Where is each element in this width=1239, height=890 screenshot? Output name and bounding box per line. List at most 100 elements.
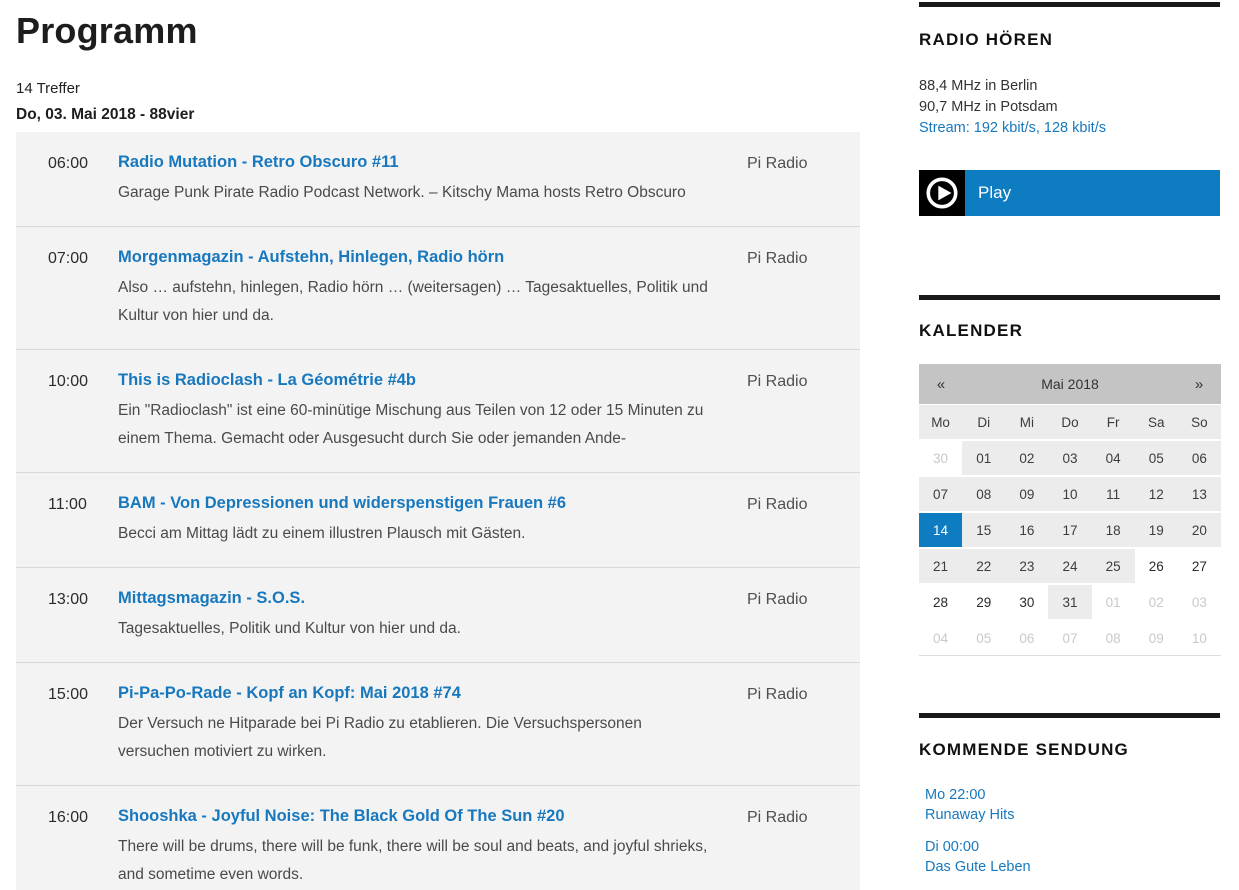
calendar-grid: 3001020304050607080910111213141516171819… — [919, 441, 1221, 655]
calendar-day[interactable]: 05 — [1135, 441, 1178, 475]
program-content: Shooshka - Joyful Noise: The Black Gold … — [118, 807, 708, 889]
calendar-day[interactable]: 06 — [1178, 441, 1221, 475]
calendar-daynames: MoDiMiDoFrSaSo — [919, 405, 1221, 439]
upcoming-show-link[interactable]: Di 00:00Das Gute Leben — [925, 837, 1220, 877]
calendar-week: 07080910111213 — [919, 477, 1221, 511]
upcoming-show-link[interactable]: Mo 22:00Runaway Hits — [925, 785, 1220, 825]
calendar-day[interactable]: 19 — [1135, 513, 1178, 547]
calendar-day[interactable]: 24 — [1048, 549, 1091, 583]
calendar-day[interactable]: 04 — [1092, 441, 1135, 475]
page: Programm 14 Treffer Do, 03. Mai 2018 - 8… — [0, 0, 1239, 890]
calendar-day[interactable]: 15 — [962, 513, 1005, 547]
calendar-day[interactable]: 13 — [1178, 477, 1221, 511]
calendar-day: 03 — [1178, 585, 1221, 619]
program-time: 06:00 — [48, 153, 118, 173]
program-title-link[interactable]: Morgenmagazin - Aufstehn, Hinlegen, Radi… — [118, 248, 504, 267]
stream-link-128[interactable]: 128 kbit/s — [1044, 120, 1106, 136]
calendar-day: 30 — [1005, 585, 1048, 619]
sidebar: RADIO HÖREN 88,4 MHz in Berlin 90,7 MHz … — [919, 0, 1220, 890]
upcoming-list: Mo 22:00Runaway Hits Di 00:00Das Gute Leb… — [919, 785, 1220, 890]
program-station: Pi Radio — [747, 248, 860, 268]
calendar-dayname: Di — [962, 405, 1005, 439]
program-time: 11:00 — [48, 494, 118, 514]
calendar-dayname: Fr — [1092, 405, 1135, 439]
program-description: Der Versuch ne Hitparade bei Pi Radio zu… — [118, 710, 708, 766]
calendar-day[interactable]: 01 — [962, 441, 1005, 475]
upcoming-show-title: Runaway Hits — [925, 805, 1220, 825]
program-row: 10:00This is Radioclash - La Géométrie #… — [16, 349, 860, 472]
calendar-week: 30010203040506 — [919, 441, 1221, 475]
sidebar-divider — [919, 713, 1220, 718]
calendar-prev-button[interactable]: « — [919, 376, 963, 393]
program-station: Pi Radio — [747, 371, 860, 391]
program-content: Morgenmagazin - Aufstehn, Hinlegen, Radi… — [118, 248, 708, 330]
program-title-link[interactable]: Shooshka - Joyful Noise: The Black Gold … — [118, 807, 565, 826]
calendar-heading: KALENDER — [919, 321, 1220, 341]
calendar-dayname: Sa — [1135, 405, 1178, 439]
calendar-week: 21222324252627 — [919, 549, 1221, 583]
calendar-day[interactable]: 09 — [1005, 477, 1048, 511]
calendar-day: 06 — [1005, 621, 1048, 655]
program-list: 06:00Radio Mutation - Retro Obscuro #11G… — [16, 132, 860, 890]
program-station: Pi Radio — [747, 589, 860, 609]
program-title-link[interactable]: Pi-Pa-Po-Rade - Kopf an Kopf: Mai 2018 #… — [118, 684, 461, 703]
program-station: Pi Radio — [747, 807, 860, 827]
program-row: 11:00BAM - Von Depressionen und widerspe… — [16, 472, 860, 567]
program-title-link[interactable]: Radio Mutation - Retro Obscuro #11 — [118, 153, 399, 172]
program-description: Becci am Mittag lädt zu einem illustren … — [118, 520, 708, 548]
program-content: Mittagsmagazin - S.O.S. Tagesaktuelles, P… — [118, 589, 708, 643]
upcoming-show-time: Mo 22:00 — [925, 785, 1220, 805]
calendar-day: 09 — [1135, 621, 1178, 655]
page-title: Programm — [16, 10, 860, 52]
calendar-day[interactable]: 20 — [1178, 513, 1221, 547]
sidebar-divider — [919, 2, 1220, 7]
calendar-day[interactable]: 18 — [1092, 513, 1135, 547]
play-icon — [919, 170, 965, 216]
calendar-day: 07 — [1048, 621, 1091, 655]
results-count: 14 Treffer — [16, 80, 860, 97]
stream-link-192[interactable]: Stream: 192 kbit/s — [919, 120, 1036, 136]
calendar-day[interactable]: 16 — [1005, 513, 1048, 547]
frequency-block: 88,4 MHz in Berlin 90,7 MHz in Potsdam S… — [919, 76, 1220, 139]
calendar-day: 05 — [962, 621, 1005, 655]
frequency-berlin: 88,4 MHz in Berlin — [919, 76, 1220, 97]
sidebar-divider — [919, 295, 1220, 300]
calendar-day[interactable]: 23 — [1005, 549, 1048, 583]
program-row: 13:00Mittagsmagazin - S.O.S. Tagesaktuell… — [16, 567, 860, 662]
calendar-day[interactable]: 14 — [919, 513, 962, 547]
calendar-day[interactable]: 17 — [1048, 513, 1091, 547]
calendar-day: 01 — [1092, 585, 1135, 619]
upcoming-show-time: Di 00:00 — [925, 837, 1220, 857]
calendar-day[interactable]: 12 — [1135, 477, 1178, 511]
program-title-link[interactable]: Mittagsmagazin - S.O.S. — [118, 589, 305, 608]
calendar-week: 28293031010203 — [919, 585, 1221, 619]
program-title-link[interactable]: BAM - Von Depressionen und widerspenstig… — [118, 494, 566, 513]
calendar-day[interactable]: 25 — [1092, 549, 1135, 583]
calendar-day[interactable]: 31 — [1048, 585, 1091, 619]
calendar-next-button[interactable]: » — [1177, 376, 1221, 393]
upcoming-heading: KOMMENDE SENDUNG — [919, 740, 1220, 760]
calendar: « Mai 2018 » MoDiMiDoFrSaSo 300102030405… — [919, 364, 1221, 656]
stream-line: Stream: 192 kbit/s, 128 kbit/s — [919, 118, 1220, 139]
calendar-day[interactable]: 10 — [1048, 477, 1091, 511]
calendar-month-label: Mai 2018 — [963, 376, 1177, 392]
program-time: 13:00 — [48, 589, 118, 609]
calendar-day[interactable]: 11 — [1092, 477, 1135, 511]
calendar-day[interactable]: 03 — [1048, 441, 1091, 475]
program-content: BAM - Von Depressionen und widerspenstig… — [118, 494, 708, 548]
calendar-day[interactable]: 07 — [919, 477, 962, 511]
program-time: 07:00 — [48, 248, 118, 268]
program-title-link[interactable]: This is Radioclash - La Géométrie #4b — [118, 371, 416, 390]
play-button[interactable]: Play — [919, 170, 1220, 216]
calendar-day[interactable]: 21 — [919, 549, 962, 583]
program-station: Pi Radio — [747, 494, 860, 514]
calendar-day: 10 — [1178, 621, 1221, 655]
calendar-day[interactable]: 08 — [962, 477, 1005, 511]
calendar-dayname: Do — [1048, 405, 1091, 439]
program-row: 06:00Radio Mutation - Retro Obscuro #11G… — [16, 132, 860, 226]
calendar-day[interactable]: 22 — [962, 549, 1005, 583]
calendar-day: 27 — [1178, 549, 1221, 583]
program-description: Tagesaktuelles, Politik und Kultur von h… — [118, 615, 708, 643]
program-content: Pi-Pa-Po-Rade - Kopf an Kopf: Mai 2018 #… — [118, 684, 708, 766]
calendar-day[interactable]: 02 — [1005, 441, 1048, 475]
